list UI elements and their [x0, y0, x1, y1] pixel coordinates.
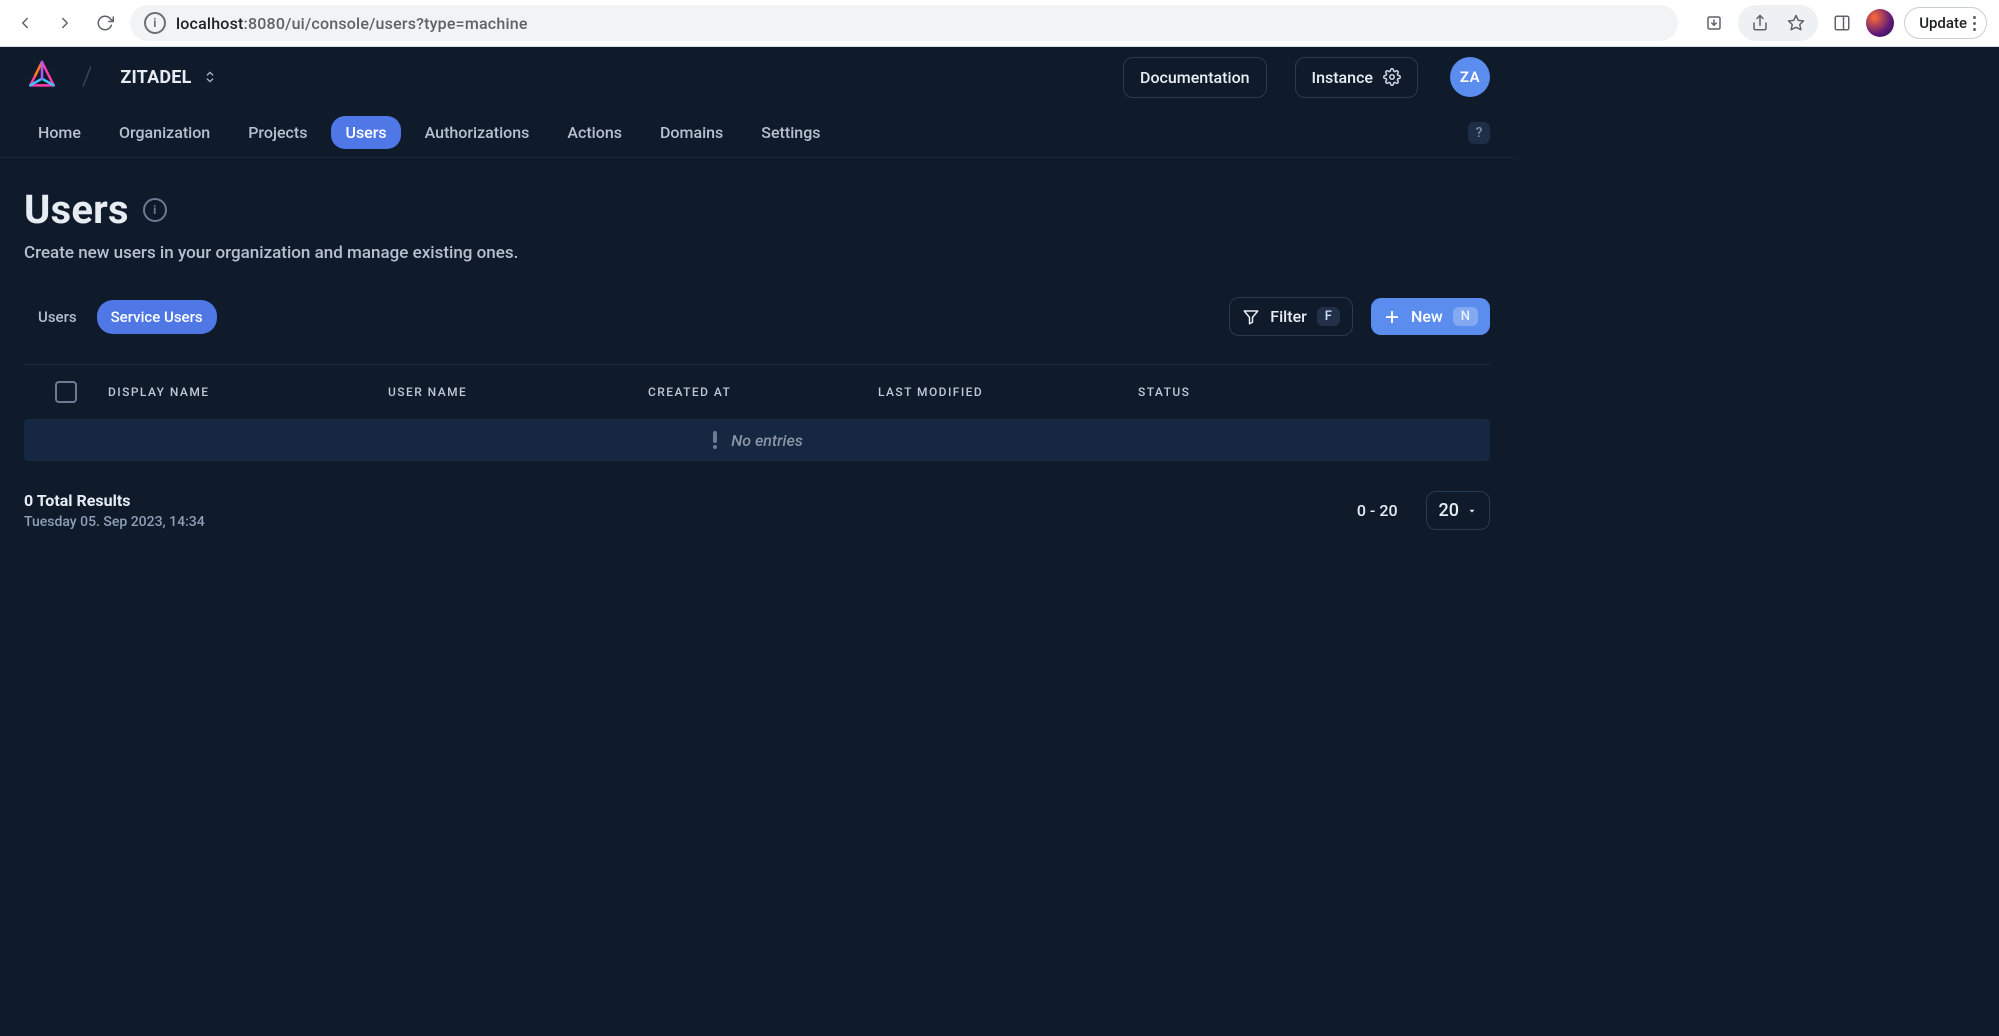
bookmark-star-icon[interactable]: [1782, 9, 1810, 37]
filter-label: Filter: [1270, 307, 1307, 326]
pagination-range: 0 - 20: [1357, 501, 1398, 520]
instance-button[interactable]: Instance: [1295, 57, 1418, 98]
col-user-name[interactable]: USER NAME: [388, 385, 648, 399]
col-created-at[interactable]: CREATED AT: [648, 385, 878, 399]
browser-update-button[interactable]: Update: [1904, 7, 1987, 39]
help-button[interactable]: ?: [1468, 122, 1490, 144]
update-label: Update: [1919, 14, 1967, 32]
col-display-name[interactable]: DISPLAY NAME: [108, 385, 388, 399]
new-label: New: [1411, 307, 1443, 326]
org-selector[interactable]: ZITADEL: [110, 61, 227, 94]
instance-label: Instance: [1312, 68, 1373, 87]
plus-icon: [1383, 308, 1401, 326]
site-info-icon[interactable]: i: [144, 12, 166, 34]
table-header: DISPLAY NAME USER NAME CREATED AT LAST M…: [24, 365, 1490, 419]
app-shell: / ZITADEL Documentation Instance ZA Home…: [0, 47, 1999, 1036]
exclamation-icon: [711, 431, 719, 449]
extension-group: [1738, 5, 1818, 41]
page-size-value: 20: [1439, 500, 1459, 521]
main-nav: Home Organization Projects Users Authori…: [0, 108, 1514, 158]
table-footer: 0 Total Results Tuesday 05. Sep 2023, 14…: [24, 491, 1490, 530]
new-button[interactable]: New N: [1371, 298, 1490, 335]
nav-settings[interactable]: Settings: [747, 116, 834, 149]
col-last-modified[interactable]: LAST MODIFIED: [878, 385, 1138, 399]
nav-users[interactable]: Users: [331, 116, 400, 149]
filter-icon: [1242, 308, 1260, 326]
empty-label: No entries: [731, 431, 803, 450]
gear-icon: [1383, 68, 1401, 86]
users-table: DISPLAY NAME USER NAME CREATED AT LAST M…: [24, 364, 1490, 461]
user-avatar[interactable]: ZA: [1450, 57, 1490, 97]
user-type-tabs: Users Service Users: [24, 300, 217, 334]
browser-actions: Update: [1700, 5, 1987, 41]
address-bar[interactable]: i localhost:8080/ui/console/users?type=m…: [130, 5, 1678, 41]
profile-avatar-icon[interactable]: [1866, 9, 1894, 37]
documentation-button[interactable]: Documentation: [1123, 57, 1267, 98]
install-app-icon[interactable]: [1700, 9, 1728, 37]
nav-actions[interactable]: Actions: [553, 116, 636, 149]
page-subtitle: Create new users in your organization an…: [24, 243, 1490, 263]
documentation-label: Documentation: [1140, 68, 1250, 87]
nav-authorizations[interactable]: Authorizations: [411, 116, 544, 149]
page-size-select[interactable]: 20: [1426, 491, 1490, 530]
nav-organization[interactable]: Organization: [105, 116, 224, 149]
nav-home[interactable]: Home: [24, 116, 95, 149]
kebab-icon: [1973, 16, 1976, 31]
browser-back-button[interactable]: [10, 8, 40, 38]
col-status[interactable]: STATUS: [1138, 385, 1490, 399]
org-name: ZITADEL: [120, 67, 191, 88]
panel-icon[interactable]: [1828, 9, 1856, 37]
tab-service-users[interactable]: Service Users: [97, 300, 217, 334]
page-title: Users: [24, 186, 129, 233]
total-results: 0 Total Results: [24, 491, 205, 510]
filter-shortcut: F: [1317, 307, 1340, 326]
select-all-checkbox[interactable]: [55, 381, 77, 403]
app-header: / ZITADEL Documentation Instance ZA: [0, 47, 1514, 108]
browser-toolbar: i localhost:8080/ui/console/users?type=m…: [0, 0, 1999, 47]
empty-state: No entries: [24, 419, 1490, 461]
totals: 0 Total Results Tuesday 05. Sep 2023, 14…: [24, 491, 205, 530]
breadcrumb-separator: /: [82, 57, 92, 97]
new-shortcut: N: [1453, 307, 1478, 326]
filter-button[interactable]: Filter F: [1229, 297, 1353, 336]
list-toolbar: Users Service Users Filter F New N: [24, 297, 1490, 336]
share-icon[interactable]: [1746, 9, 1774, 37]
url-text: localhost:8080/ui/console/users?type=mac…: [176, 14, 528, 33]
avatar-initials: ZA: [1460, 68, 1480, 86]
browser-forward-button[interactable]: [50, 8, 80, 38]
caret-down-icon: [1467, 506, 1477, 516]
nav-projects[interactable]: Projects: [234, 116, 321, 149]
chevron-up-down-icon: [202, 69, 218, 85]
results-timestamp: Tuesday 05. Sep 2023, 14:34: [24, 514, 205, 530]
tab-users[interactable]: Users: [24, 300, 91, 334]
zitadel-logo-icon[interactable]: [20, 55, 64, 99]
page-content: Users i Create new users in your organiz…: [0, 158, 1514, 562]
browser-reload-button[interactable]: [90, 8, 120, 38]
info-icon[interactable]: i: [143, 198, 167, 222]
nav-domains[interactable]: Domains: [646, 116, 737, 149]
